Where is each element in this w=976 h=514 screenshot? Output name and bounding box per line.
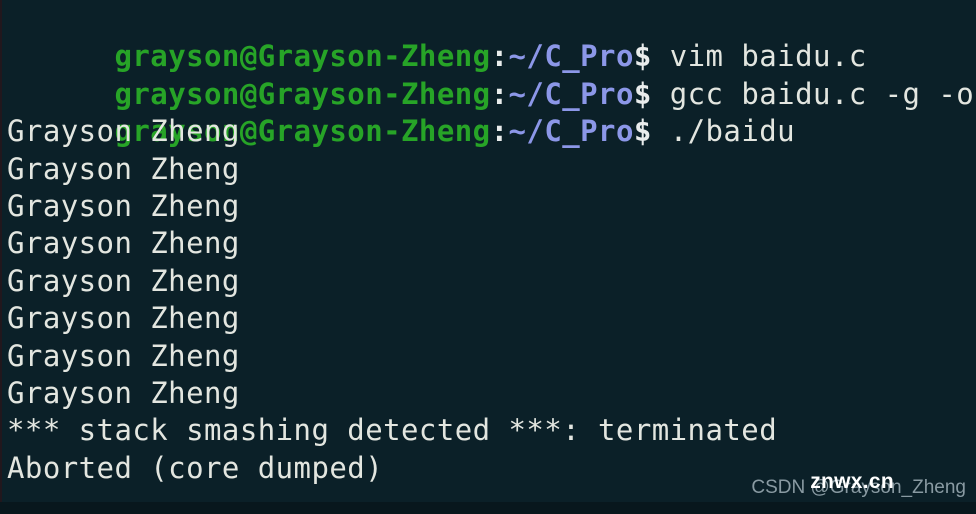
terminal-bottom-band — [0, 502, 976, 514]
prompt-dollar: $ — [633, 76, 652, 111]
terminal-line-prompt: grayson@Grayson-Zheng:~/C_Pro$ vim baidu… — [7, 1, 976, 73]
terminal-window[interactable]: grayson@Grayson-Zheng:~/C_Pro$ vim baidu… — [0, 0, 976, 514]
command-text: ./baidu — [651, 114, 796, 149]
command-text: vim baidu.c — [651, 39, 867, 74]
prompt-colon: : — [490, 76, 509, 111]
terminal-line-output: Grayson Zheng — [7, 188, 240, 223]
terminal-line-output: Grayson Zheng — [7, 375, 240, 410]
prompt-colon: : — [490, 39, 509, 74]
prompt-path: ~/C_Pro — [508, 76, 634, 111]
prompt-colon: : — [490, 114, 509, 149]
terminal-line-output: Grayson Zheng — [7, 226, 240, 261]
terminal-line-output: Grayson Zheng — [7, 338, 240, 373]
prompt-path: ~/C_Pro — [508, 39, 634, 74]
prompt-dollar: $ — [633, 114, 652, 149]
prompt-path: ~/C_Pro — [508, 114, 634, 149]
terminal-line-error-stack-smashing: *** stack smashing detected ***: termina… — [7, 413, 778, 448]
terminal-line-output: Grayson Zheng — [7, 301, 240, 336]
terminal-line-output: Grayson Zheng — [7, 151, 240, 186]
watermark-site: znwx.cn — [810, 470, 894, 493]
command-text: gcc baidu.c -g -o baidu — [669, 76, 975, 111]
terminal-screen[interactable]: grayson@Grayson-Zheng:~/C_Pro$ vim baidu… — [0, 0, 976, 514]
prompt-user-host: grayson@Grayson-Zheng — [114, 39, 491, 74]
prompt-user-host: grayson@Grayson-Zheng — [114, 76, 491, 111]
terminal-line-output: Grayson Zheng — [7, 263, 240, 298]
prompt-dollar: $ — [633, 39, 652, 74]
